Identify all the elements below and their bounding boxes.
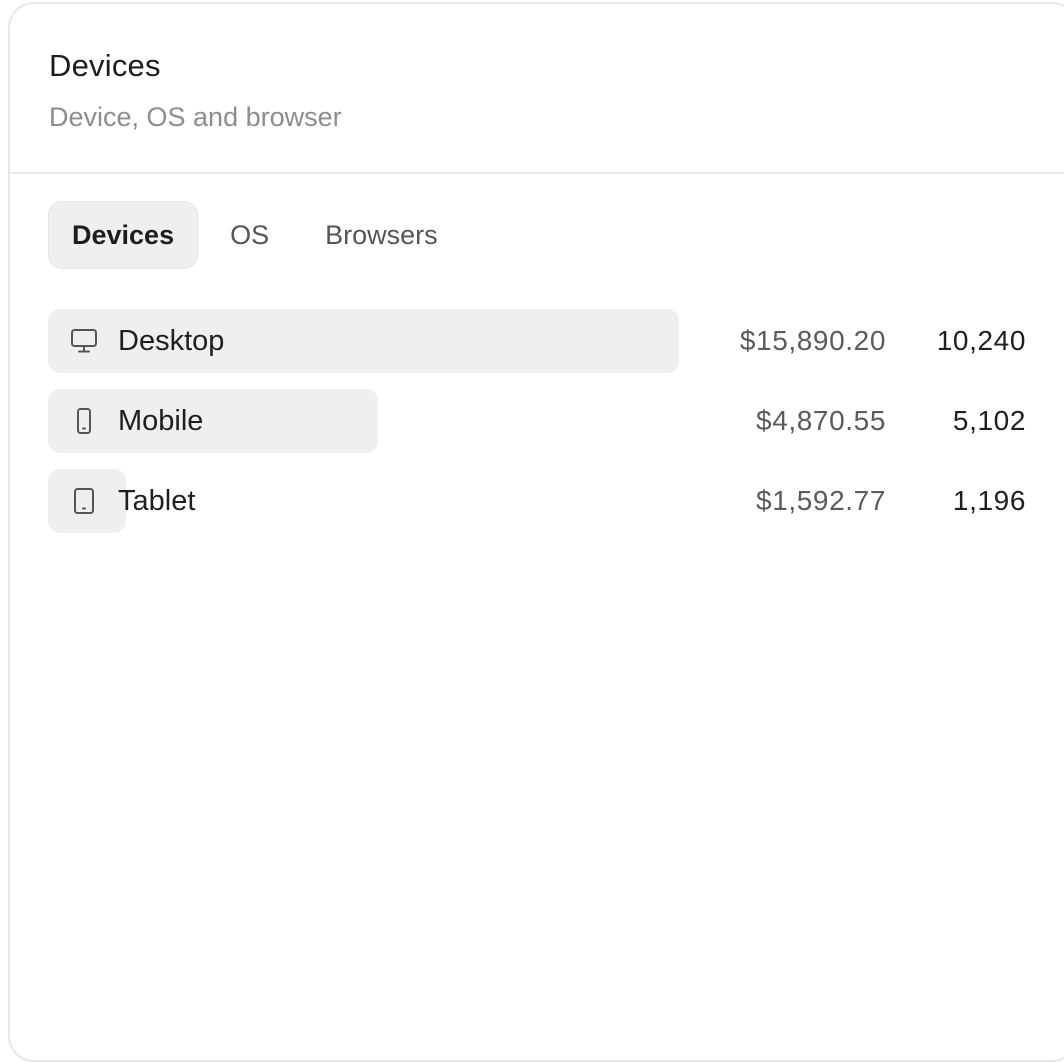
visitor-count: 5,102	[952, 405, 1026, 436]
device-row-mobile[interactable]: Mobile $4,870.55 5,102	[48, 389, 1026, 453]
mobile-icon	[68, 407, 100, 435]
device-row-tablet[interactable]: Tablet $1,592.77 1,196	[48, 469, 1026, 533]
desktop-icon	[68, 327, 100, 355]
card-title: Devices	[49, 48, 161, 83]
revenue-value: $1,592.77	[756, 485, 886, 516]
tab-os[interactable]: OS	[206, 201, 293, 269]
device-list: Desktop $15,890.20 10,240 Mobile $4,870.…	[48, 309, 1026, 549]
visitor-count: 10,240	[936, 325, 1026, 356]
revenue-value: $4,870.55	[756, 405, 886, 436]
visitor-count: 1,196	[952, 485, 1026, 516]
tab-devices[interactable]: Devices	[48, 201, 199, 269]
card-header: Devices Device, OS and browser	[10, 4, 1064, 174]
tab-bar: Devices OS Browsers	[48, 201, 470, 269]
device-row-desktop[interactable]: Desktop $15,890.20 10,240	[48, 309, 1026, 373]
card-subtitle: Device, OS and browser	[49, 102, 342, 132]
device-label: Mobile	[118, 405, 204, 437]
device-label: Desktop	[118, 325, 225, 357]
revenue-value: $15,890.20	[739, 325, 886, 356]
device-label: Tablet	[118, 485, 196, 517]
tablet-icon	[68, 487, 100, 515]
tab-browsers[interactable]: Browsers	[301, 201, 462, 269]
devices-card: Devices Device, OS and browser Devices O…	[8, 2, 1064, 1062]
